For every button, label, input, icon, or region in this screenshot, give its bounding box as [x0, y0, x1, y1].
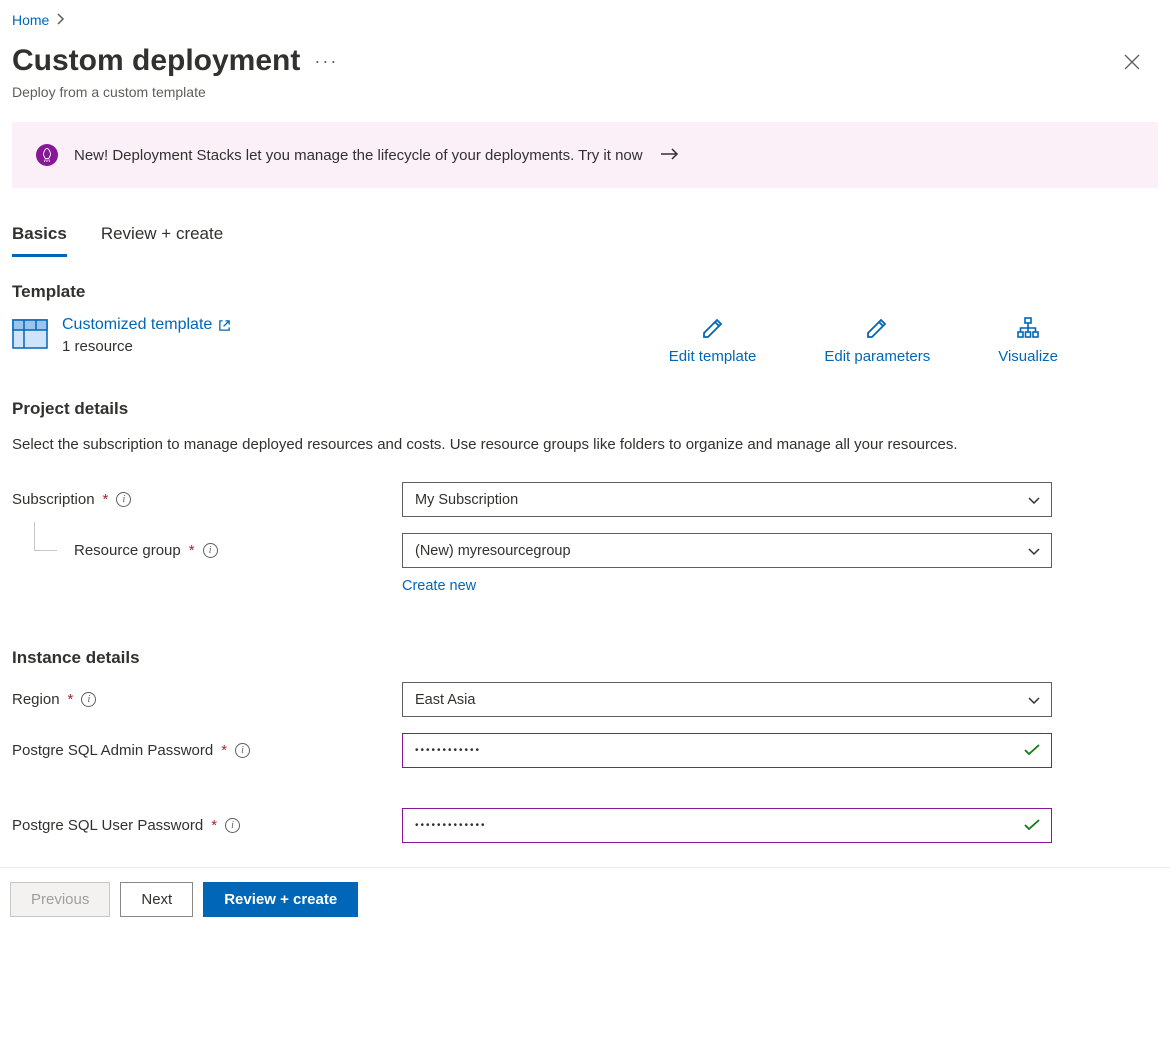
info-icon[interactable]: i — [235, 743, 250, 758]
edit-template-button[interactable]: Edit template — [669, 316, 757, 365]
tab-bar: Basics Review + create — [12, 224, 1158, 258]
tab-basics[interactable]: Basics — [12, 224, 67, 257]
user-password-label: Postgre SQL User Password — [12, 817, 203, 834]
user-password-input[interactable]: ••••••••••••• — [402, 808, 1052, 843]
next-button[interactable]: Next — [120, 882, 193, 917]
required-icon: * — [189, 542, 195, 559]
arrow-right-icon — [661, 145, 679, 166]
admin-password-input[interactable]: •••••••••••• — [402, 733, 1052, 768]
page-subtitle: Deploy from a custom template — [12, 84, 1158, 100]
project-description: Select the subscription to manage deploy… — [12, 433, 992, 456]
required-icon: * — [211, 817, 217, 834]
required-icon: * — [68, 691, 74, 708]
resource-group-select[interactable]: (New) myresourcegroup — [402, 533, 1052, 568]
template-resource-count: 1 resource — [62, 338, 231, 355]
visualize-button[interactable]: Visualize — [998, 316, 1058, 365]
hierarchy-icon — [1016, 316, 1040, 340]
info-icon[interactable]: i — [116, 492, 131, 507]
info-icon[interactable]: i — [225, 818, 240, 833]
template-icon — [12, 316, 48, 355]
subscription-label: Subscription — [12, 491, 95, 508]
banner-text: New! Deployment Stacks let you manage th… — [74, 147, 643, 164]
close-button[interactable] — [1116, 50, 1148, 78]
more-actions-button[interactable]: ··· — [314, 51, 338, 72]
review-create-button[interactable]: Review + create — [203, 882, 358, 917]
required-icon: * — [221, 742, 227, 759]
admin-password-label: Postgre SQL Admin Password — [12, 742, 213, 759]
rocket-icon — [36, 144, 58, 166]
section-heading-template: Template — [12, 282, 1158, 302]
section-heading-project: Project details — [12, 399, 1158, 419]
region-label: Region — [12, 691, 60, 708]
footer-bar: Previous Next Review + create — [0, 867, 1170, 931]
pencil-icon — [865, 316, 889, 340]
info-icon[interactable]: i — [203, 543, 218, 558]
section-heading-instance: Instance details — [12, 648, 1158, 668]
page-title: Custom deployment — [12, 44, 300, 78]
breadcrumb: Home — [12, 12, 1158, 28]
tab-review-create[interactable]: Review + create — [101, 224, 223, 257]
resource-group-label: Resource group — [74, 542, 181, 559]
required-icon: * — [103, 491, 109, 508]
info-banner[interactable]: New! Deployment Stacks let you manage th… — [12, 122, 1158, 188]
customized-template-link[interactable]: Customized template — [62, 316, 231, 334]
breadcrumb-home[interactable]: Home — [12, 12, 49, 28]
subscription-select[interactable]: My Subscription — [402, 482, 1052, 517]
region-select[interactable]: East Asia — [402, 682, 1052, 717]
create-new-link[interactable]: Create new — [402, 578, 476, 594]
info-icon[interactable]: i — [81, 692, 96, 707]
edit-parameters-button[interactable]: Edit parameters — [824, 316, 930, 365]
external-link-icon — [218, 319, 231, 332]
chevron-right-icon — [57, 13, 65, 28]
pencil-icon — [701, 316, 725, 340]
previous-button: Previous — [10, 882, 110, 917]
